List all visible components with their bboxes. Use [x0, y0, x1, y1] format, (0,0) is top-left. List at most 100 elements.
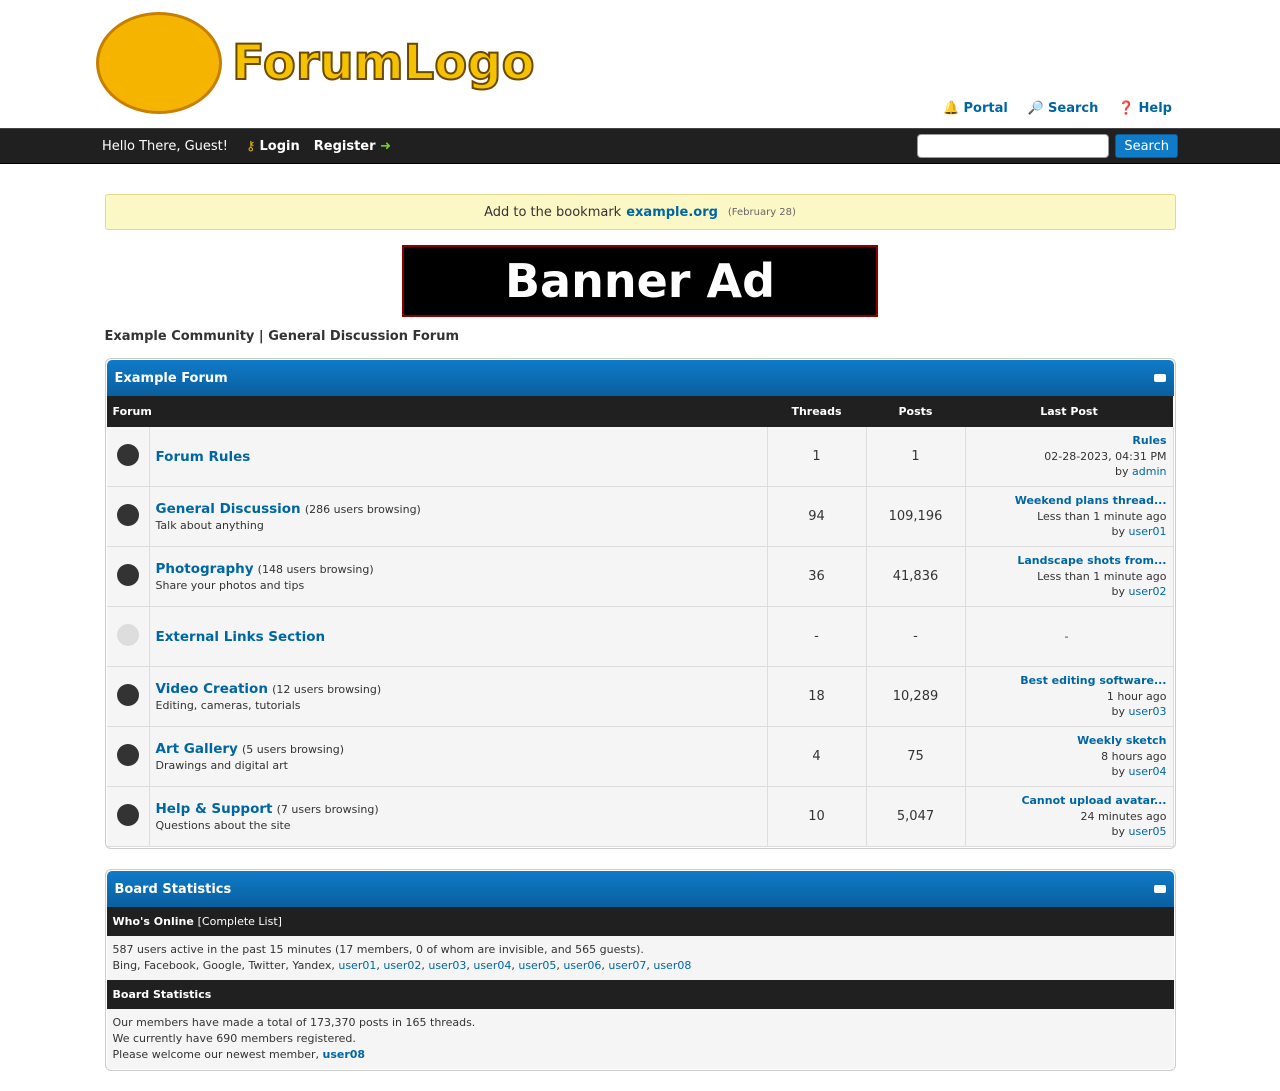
online-member-link[interactable]: user04 [473, 959, 511, 972]
online-member-link[interactable]: user05 [518, 959, 556, 972]
last-post-link[interactable]: Rules [1132, 434, 1166, 447]
register-label: Register [313, 138, 376, 154]
bell-icon: 🔔 [943, 101, 960, 116]
online-member-link[interactable]: user08 [653, 959, 691, 972]
collapse-icon[interactable] [1153, 885, 1166, 893]
forum-status-cell [106, 606, 150, 667]
by-label: by [1115, 465, 1129, 479]
board-stats-text: Our members have made a total of 173,370… [106, 1009, 1174, 1069]
last-post: - [965, 606, 1174, 667]
last-post-user[interactable]: user04 [1129, 765, 1167, 778]
post-count: 41,836 [866, 546, 966, 607]
forum-description: Talk about anything [155, 519, 264, 532]
stats-title: Board Statistics [114, 881, 232, 897]
register-link[interactable]: Register ➜ [314, 139, 391, 154]
forum-status-icon[interactable] [116, 623, 139, 646]
forum-link[interactable]: External Links Section [156, 629, 326, 645]
search-input[interactable] [917, 134, 1110, 158]
last-post-link[interactable]: Weekly sketch [1077, 734, 1166, 747]
last-post-link[interactable]: Weekend plans thread... [1015, 494, 1167, 507]
help-link[interactable]: ❓ Help [1118, 101, 1172, 116]
thread-count: 94 [767, 486, 867, 547]
last-post-link[interactable]: Best editing software... [1020, 674, 1166, 687]
thread-count: 1 [767, 427, 867, 487]
logo[interactable]: ForumLogo [96, 12, 536, 114]
login-link[interactable]: Login [260, 139, 300, 154]
post-count: - [866, 606, 966, 667]
by-label: by [1111, 525, 1126, 539]
search-button[interactable]: Search [1115, 134, 1178, 158]
last-post-user[interactable]: user02 [1129, 585, 1167, 598]
last-post-time: 8 hours ago [1101, 749, 1167, 763]
page-tagline: Example Community | General Discussion F… [104, 329, 460, 344]
col-threads: Threads [767, 396, 866, 427]
post-count: 75 [866, 726, 966, 787]
forum-link[interactable]: Video Creation [156, 681, 268, 697]
greeting: Hello There, Guest! [102, 138, 228, 154]
forum-row: Help & Support (7 users browsing) Questio… [106, 786, 1174, 847]
collapse-icon[interactable] [1153, 374, 1166, 382]
online-summary: 587 users active in the past 15 minutes … [112, 943, 644, 956]
last-post-user[interactable]: user05 [1129, 825, 1167, 838]
last-post-user[interactable]: user01 [1129, 525, 1167, 538]
online-member-link[interactable]: user03 [428, 959, 466, 972]
newest-member-link[interactable]: user08 [323, 1048, 366, 1061]
browsing-count: (12 users browsing) [272, 683, 382, 696]
forum-link[interactable]: Forum Rules [156, 449, 251, 465]
last-post-link[interactable]: Landscape shots from... [1017, 554, 1166, 567]
forum-description: Editing, cameras, tutorials [155, 699, 301, 712]
forum-status-icon[interactable] [116, 683, 139, 706]
forum-link[interactable]: General Discussion [156, 501, 301, 517]
category-title[interactable]: Example Forum [115, 371, 228, 386]
notice-link[interactable]: example.org [626, 205, 718, 220]
online-member-link[interactable]: user01 [338, 959, 376, 972]
browsing-count: (7 users browsing) [276, 803, 379, 816]
forum-category-header: Example Forum [106, 360, 1174, 396]
forum-status-cell [106, 546, 150, 607]
online-member-link[interactable]: user02 [383, 959, 421, 972]
search-link[interactable]: 🔎 Search [1028, 101, 1099, 116]
whos-online-label: Who's Online [112, 915, 194, 928]
online-member-link[interactable]: user07 [608, 959, 646, 972]
last-post-link[interactable]: Cannot upload avatar... [1021, 794, 1166, 807]
forum-link[interactable]: Art Gallery [156, 741, 238, 757]
forum-status-cell [106, 726, 150, 787]
last-post-user[interactable]: user03 [1129, 705, 1167, 718]
search-label: Search [1048, 101, 1099, 116]
forum-row: Forum Rules 1 1 Rules 02-28-2023, 04:31 P… [106, 427, 1174, 487]
stats-newest-label: Please welcome our newest member, [112, 1048, 320, 1061]
forum-status-icon[interactable] [116, 803, 139, 826]
last-post: Landscape shots from... Less than 1 minut… [965, 546, 1174, 607]
by-label: by [1111, 825, 1126, 839]
forum-row: General Discussion (286 users browsing) T… [106, 486, 1174, 547]
complete-list-link[interactable]: [Complete List] [198, 915, 282, 928]
bots-list: Bing, Facebook, Google, Twitter, Yandex, [112, 959, 335, 972]
thread-count: 4 [767, 726, 867, 787]
thread-count: 36 [767, 546, 867, 607]
thread-count: - [767, 606, 867, 667]
banner-ad[interactable]: Banner Ad [402, 245, 878, 317]
thread-count: 10 [767, 786, 867, 847]
portal-label: Portal [963, 101, 1008, 116]
online-member-link[interactable]: user06 [563, 959, 601, 972]
forum-status-icon[interactable] [116, 743, 139, 766]
forum-status-icon[interactable] [116, 563, 139, 586]
board-stats-box: Board Statistics Who's Online [Complete … [104, 869, 1176, 1071]
forum-status-icon[interactable] [116, 503, 139, 526]
whos-online-header: Who's Online [Complete List] [106, 907, 1174, 936]
browsing-count: (148 users browsing) [257, 563, 374, 576]
forum-status-icon[interactable] [116, 443, 139, 466]
browsing-count: (5 users browsing) [241, 743, 344, 756]
last-post-user[interactable]: admin [1132, 465, 1166, 478]
forum-link[interactable]: Help & Support [156, 801, 273, 817]
by-label: by [1111, 585, 1126, 599]
portal-link[interactable]: 🔔 Portal [943, 101, 1008, 116]
stats-posts: Our members have made a total of 173,370… [112, 1016, 476, 1029]
arrow-right-icon: ➜ [380, 138, 391, 154]
logo-text: ForumLogo [231, 34, 536, 92]
last-post: Rules 02-28-2023, 04:31 PM by admin [965, 427, 1174, 487]
last-post-time: 1 hour ago [1106, 689, 1167, 703]
forum-link[interactable]: Photography [156, 561, 254, 577]
help-icon: ❓ [1118, 101, 1135, 116]
online-list: 587 users active in the past 15 minutes … [106, 936, 1174, 980]
